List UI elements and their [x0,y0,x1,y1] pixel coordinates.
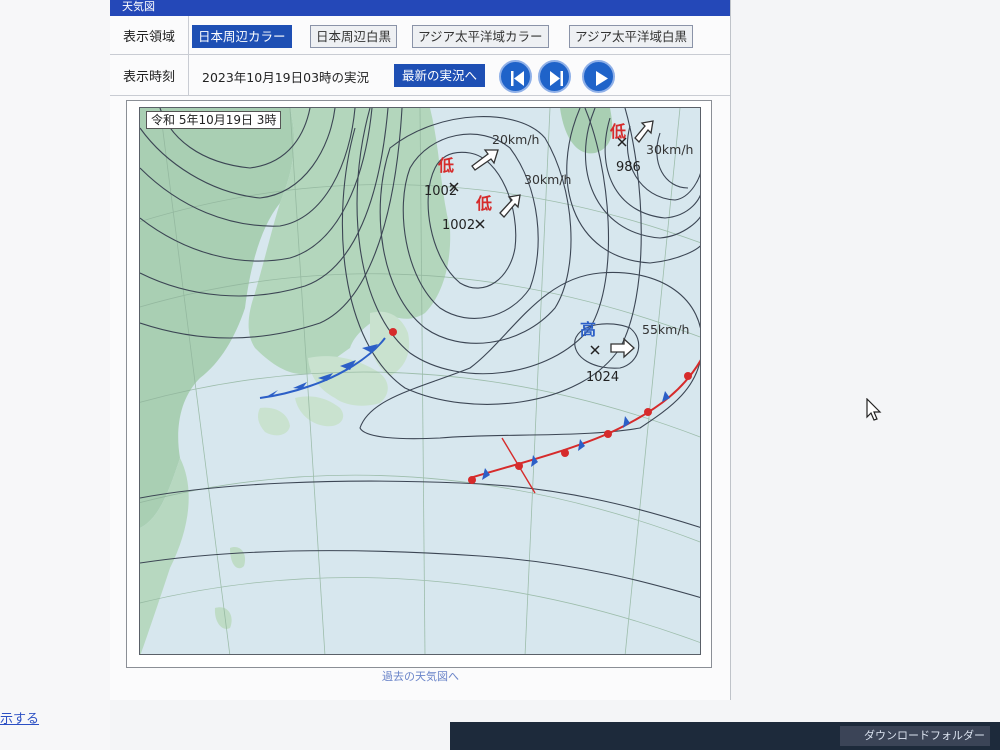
high-speed: 55km/h [642,322,690,337]
region-selector-row: 表示領域 日本周辺カラー 日本周辺白黒 アジア太平洋域カラー アジア太平洋域白黒 [110,16,730,55]
low-pressure-value-3: 986 [616,160,641,175]
weather-chart-panel: 天気図 表示領域 日本周辺カラー 日本周辺白黒 アジア太平洋域カラー アジア太平… [110,0,731,700]
weather-map-frame: 令和 5年10月19日 3時 低 1002 20km/h 低 1002 30km… [126,100,712,668]
region-asia-mono-button[interactable]: アジア太平洋域白黒 [569,25,694,48]
first-button[interactable] [499,60,532,93]
high-pressure-value: 1024 [586,370,620,385]
time-label: 表示時刻 [110,55,189,95]
low-speed-3: 30km/h [646,142,694,157]
region-asia-color-button[interactable]: アジア太平洋域カラー [412,25,549,48]
latest-observation-button[interactable]: 最新の実況へ [394,64,486,87]
time-value: 2023年10月19日03時の実況 [202,70,370,85]
low-pressure-symbol-3: 低 [610,122,627,141]
show-link[interactable]: 示する [0,708,39,727]
play-button[interactable] [582,60,615,93]
low-speed-2: 30km/h [524,172,572,187]
low-pressure-symbol-1: 低 [438,156,455,175]
low-pressure-value-2: 1002 [442,218,476,233]
high-pressure-symbol: 高 [580,320,597,339]
skip-last-icon [550,71,563,86]
low-speed-1: 20km/h [492,132,540,147]
region-japan-color-button[interactable]: 日本周辺カラー [192,25,292,48]
past-charts-link[interactable]: 過去の天気図へ [382,668,459,684]
weather-map: 令和 5年10月19日 3時 低 1002 20km/h 低 1002 30km… [139,107,701,655]
last-button[interactable] [538,60,571,93]
mouse-cursor-icon [866,398,882,421]
taskbar-download-item[interactable]: ダウンロードフォルダー [840,726,990,746]
panel-title: 天気図 [110,0,730,16]
skip-first-icon [511,71,524,86]
play-icon [596,71,608,86]
map-date-label: 令和 5年10月19日 3時 [146,111,282,129]
low-pressure-value-1: 1002 [424,184,458,199]
time-row: 表示時刻 2023年10月19日03時の実況 最新の実況へ [110,55,730,96]
desktop-left-area [0,0,110,750]
low-pressure-symbol-2: 低 [476,194,493,213]
region-label: 表示領域 [110,16,189,54]
region-japan-mono-button[interactable]: 日本周辺白黒 [310,25,398,48]
taskbar: ダウンロードフォルダー [450,722,1000,750]
